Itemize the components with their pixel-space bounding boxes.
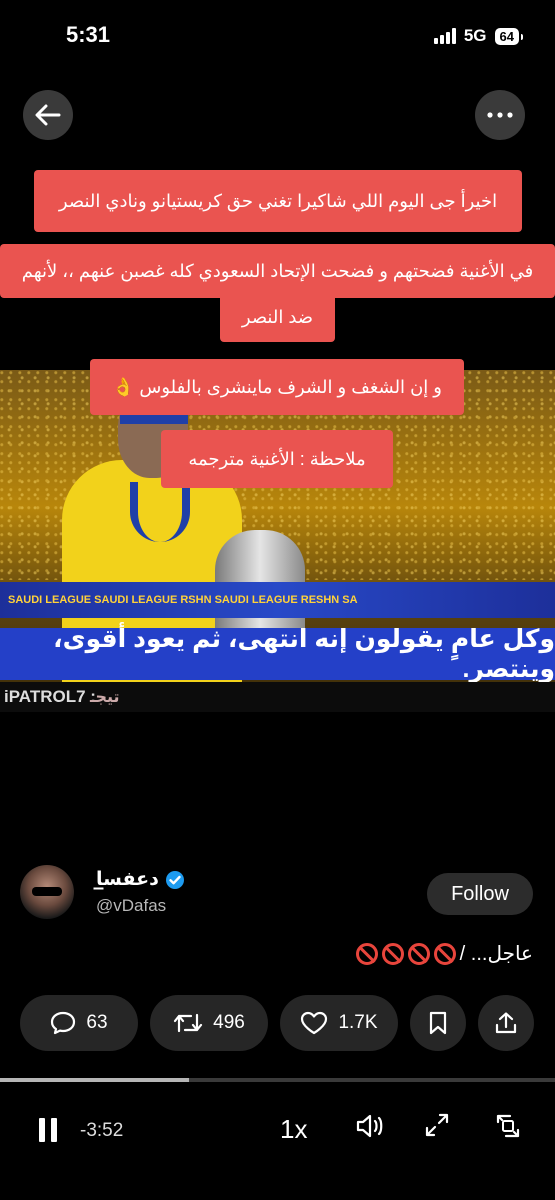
video-credit-arabic: تيجـ xyxy=(90,689,120,706)
no-entry-emoji-icon xyxy=(433,942,456,965)
battery-icon: 64 xyxy=(494,27,524,45)
autoplay-loop-button[interactable] xyxy=(494,1112,522,1140)
overlay-text-4: ملاحظة : الأغنية مترجمه xyxy=(161,430,393,488)
avatar[interactable] xyxy=(20,865,74,919)
signal-icon xyxy=(433,28,456,44)
network-type: 5G xyxy=(463,26,487,45)
time-remaining: -3:52 xyxy=(80,1120,124,1141)
bookmark-icon xyxy=(429,1011,447,1035)
overlay-text-1: اخيرأ جى اليوم اللي شاكيرا تغني حق كريست… xyxy=(34,170,522,232)
rotate-screen-icon xyxy=(496,1114,520,1138)
tweet-text-body: عاجل... / xyxy=(459,943,533,965)
bookmark-button[interactable] xyxy=(410,995,466,1051)
playback-speed-button[interactable]: 1x xyxy=(280,1114,307,1145)
pause-icon-bar xyxy=(51,1118,57,1142)
no-entry-emoji-icon xyxy=(355,942,378,965)
retweet-icon xyxy=(174,1013,203,1033)
comment-icon xyxy=(51,1011,76,1035)
video-caption: وكل عامٍ يقولون إنه انتهى، ثم يعود أقوى،… xyxy=(53,625,555,683)
follow-button[interactable]: Follow xyxy=(427,873,533,915)
video-credit: iPATROL7 : xyxy=(4,687,96,706)
overlay-text-3: و إن الشغف و الشرف ماينشرى بالفلوس 👌 xyxy=(90,359,464,415)
overlay-text-2: في الأغنية فضحتهم و فضحت الإتحاد السعودي… xyxy=(0,244,555,298)
display-name-text: دعفس̲̲̲̲̲̲̲̲̲̲̲̲̲̲ا xyxy=(96,869,159,890)
medal-ribbon xyxy=(130,482,190,542)
volume-button[interactable] xyxy=(355,1112,385,1140)
like-count: 1.7K xyxy=(338,1012,378,1033)
video-progress-fill xyxy=(0,1078,189,1082)
video-progress-bar[interactable] xyxy=(0,1078,555,1082)
headband xyxy=(120,414,188,424)
share-button[interactable] xyxy=(478,995,534,1051)
led-board: SAUDI LEAGUE SAUDI LEAGUE RSHN SAUDI LEA… xyxy=(0,582,555,618)
pause-icon-bar xyxy=(39,1118,45,1142)
heart-icon xyxy=(301,1011,328,1035)
like-button[interactable]: 1.7K xyxy=(280,995,398,1051)
user-handle[interactable]: @vDafas xyxy=(96,896,166,916)
video-credit-bar: iPATROL7 : تيجـ xyxy=(0,682,555,712)
overlay-text-2-continued: ضد النصر xyxy=(220,294,335,342)
expand-icon xyxy=(425,1113,449,1137)
arrow-left-icon xyxy=(35,104,61,126)
display-name[interactable]: دعفس̲̲̲̲̲̲̲̲̲̲̲̲̲̲ا xyxy=(96,868,185,891)
reply-button[interactable]: 63 xyxy=(20,995,138,1051)
video-caption-band: وكل عامٍ يقولون إنه انتهى، ثم يعود أقوى،… xyxy=(0,625,555,683)
no-entry-emoji-icon xyxy=(407,942,430,965)
speaker-icon xyxy=(356,1114,383,1138)
fullscreen-button[interactable] xyxy=(424,1112,450,1138)
share-icon xyxy=(495,1012,517,1034)
tweet-text: عاجل... / xyxy=(355,941,533,966)
more-options-button[interactable] xyxy=(475,90,525,140)
reply-count: 63 xyxy=(86,1012,108,1033)
ellipsis-icon xyxy=(487,112,513,118)
pause-button[interactable] xyxy=(36,1112,60,1148)
back-button[interactable] xyxy=(23,90,73,140)
retweet-button[interactable]: 496 xyxy=(150,995,268,1051)
verified-badge-icon xyxy=(165,870,184,889)
retweet-count: 496 xyxy=(213,1012,245,1033)
no-entry-emoji-icon xyxy=(381,942,404,965)
status-indicators: 5G 64 xyxy=(433,26,524,46)
video-player[interactable]: SAUDI LEAGUE SAUDI LEAGUE RSHN SAUDI LEA… xyxy=(0,370,555,712)
status-time: 5:31 xyxy=(66,22,111,47)
